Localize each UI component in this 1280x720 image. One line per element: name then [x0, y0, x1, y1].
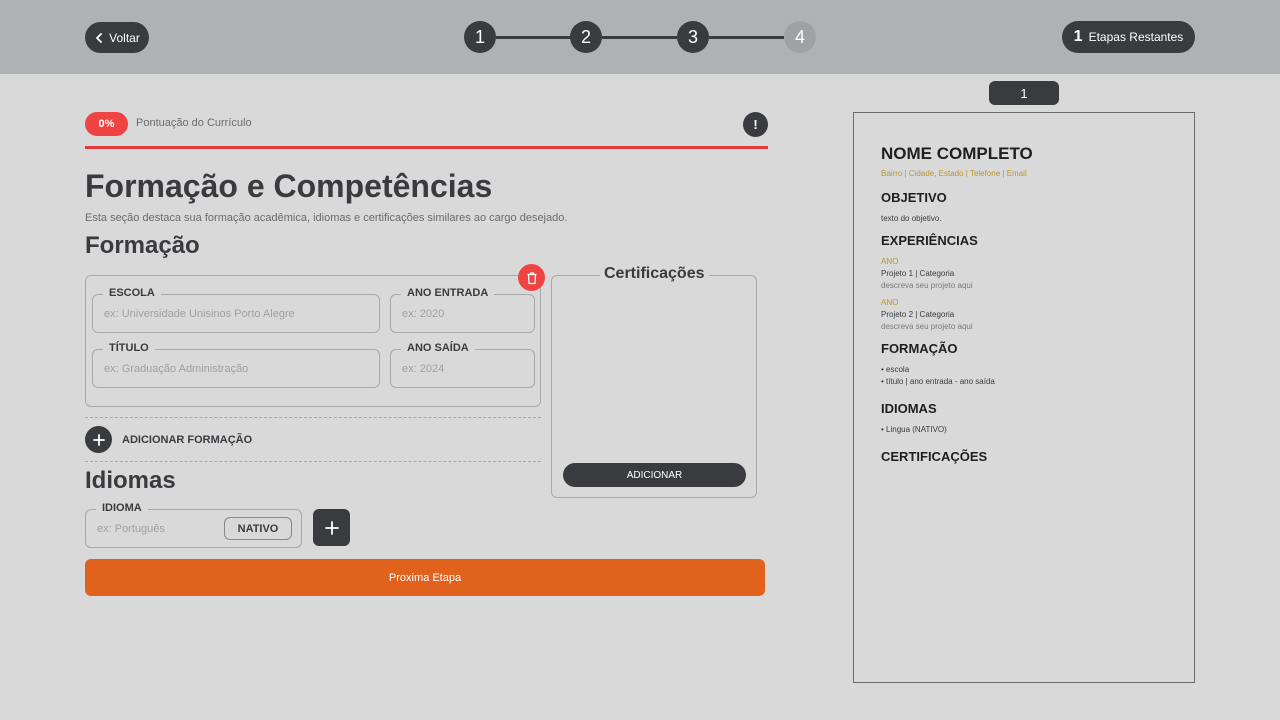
preview-education-line: • título | ano entrada - ano saída: [881, 377, 995, 386]
add-education-label: ADICIONAR FORMAÇÃO: [122, 433, 253, 446]
degree-field: TÍTULO: [92, 342, 380, 388]
score-badge: 0%: [85, 112, 128, 136]
certifications-title: Certificações: [600, 265, 709, 283]
delete-education-button[interactable]: [518, 264, 545, 291]
preview-name: NOME COMPLETO: [881, 144, 1033, 163]
preview-experience-year: ANO: [881, 298, 899, 307]
exit-year-field: ANO SAÍDA: [390, 342, 535, 388]
plus-icon: [324, 520, 339, 535]
resume-preview: NOME COMPLETO Bairro | Cidade, Estado | …: [853, 112, 1195, 683]
plus-icon: [85, 426, 112, 453]
back-button-label: Voltar: [109, 30, 140, 45]
preview-experience-desc: descreva seu projeto aqui: [881, 322, 973, 331]
preview-contact: Bairro | Cidade, Estado | Telefone | Ema…: [881, 169, 1027, 178]
school-field: ESCOLA: [92, 287, 380, 333]
school-input[interactable]: [93, 295, 379, 332]
step-2[interactable]: 2: [570, 21, 602, 53]
add-education-button[interactable]: ADICIONAR FORMAÇÃO: [85, 426, 252, 453]
remaining-label: Etapas Restantes: [1088, 30, 1184, 44]
add-language-button[interactable]: [313, 509, 350, 546]
chevron-left-icon: [96, 32, 103, 43]
preview-experience-title: EXPERIÊNCIAS: [881, 233, 978, 248]
preview-education-title: FORMAÇÃO: [881, 341, 958, 356]
step-1[interactable]: 1: [464, 21, 496, 53]
preview-page-tab[interactable]: 1: [989, 81, 1059, 105]
entry-year-field: ANO ENTRADA: [390, 287, 535, 333]
preview-education-line: • escola: [881, 365, 910, 374]
step-connector: [496, 36, 571, 39]
remaining-steps-badge: 1 Etapas Restantes: [1062, 21, 1195, 53]
preview-experience-title-1: Projeto 1 | Categoria: [881, 269, 955, 278]
info-button[interactable]: !: [743, 112, 768, 137]
education-section-title: Formação: [85, 232, 200, 259]
preview-languages-title: IDIOMAS: [881, 401, 937, 416]
divider: [85, 461, 541, 462]
language-level-select[interactable]: NATIVO: [224, 517, 292, 540]
degree-input[interactable]: [93, 350, 379, 387]
step-4[interactable]: 4: [784, 21, 816, 53]
back-button[interactable]: Voltar: [85, 22, 149, 53]
education-card: ESCOLA ANO ENTRADA TÍTULO ANO SAÍDA: [85, 275, 541, 407]
add-certification-button[interactable]: ADICIONAR: [563, 463, 746, 487]
preview-certifications-title: CERTIFICAÇÕES: [881, 449, 988, 464]
language-input[interactable]: [86, 510, 221, 547]
preview-experience-year: ANO: [881, 257, 899, 266]
language-field: IDIOMA NATIVO: [85, 502, 302, 548]
stepper: 1 2 3 4: [464, 21, 816, 53]
top-bar: Voltar 1 2 3 4 1 Etapas Restantes: [0, 0, 1280, 74]
preview-languages-line: • Lingua (NATIVO): [881, 425, 947, 434]
divider: [85, 417, 541, 418]
page-title: Formação e Competências: [85, 168, 493, 204]
trash-icon: [527, 271, 536, 284]
remaining-count: 1: [1073, 28, 1083, 45]
languages-section-title: Idiomas: [85, 467, 176, 494]
step-connector: [602, 36, 677, 39]
exit-year-input[interactable]: [391, 350, 534, 387]
entry-year-input[interactable]: [391, 295, 534, 332]
page-description: Esta seção destaca sua formação acadêmic…: [85, 212, 568, 224]
preview-objective-text: texto do objetivo.: [881, 214, 942, 223]
step-3[interactable]: 3: [677, 21, 709, 53]
preview-experience-title-2: Projeto 2 | Categoria: [881, 310, 955, 319]
score-label: Pontuação do Currículo: [136, 117, 252, 129]
preview-objective-title: OBJETIVO: [881, 190, 947, 205]
next-step-button[interactable]: Proxima Etapa: [85, 559, 765, 596]
step-connector: [709, 36, 784, 39]
score-progress-line: [85, 146, 768, 149]
preview-experience-desc: descreva seu projeto aqui: [881, 281, 973, 290]
certifications-card: Certificações ADICIONAR: [551, 265, 757, 498]
